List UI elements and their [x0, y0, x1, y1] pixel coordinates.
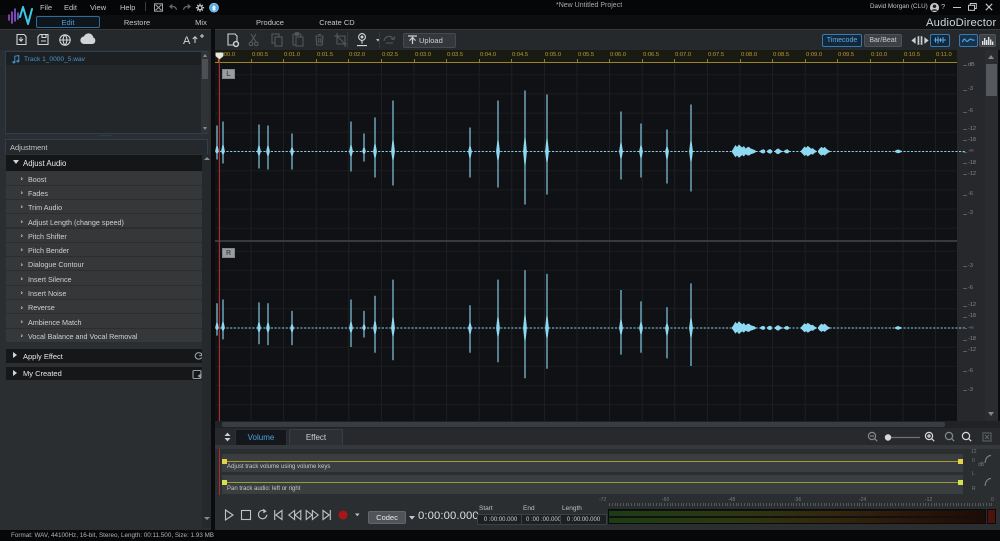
svg-text:A: A	[183, 35, 191, 47]
